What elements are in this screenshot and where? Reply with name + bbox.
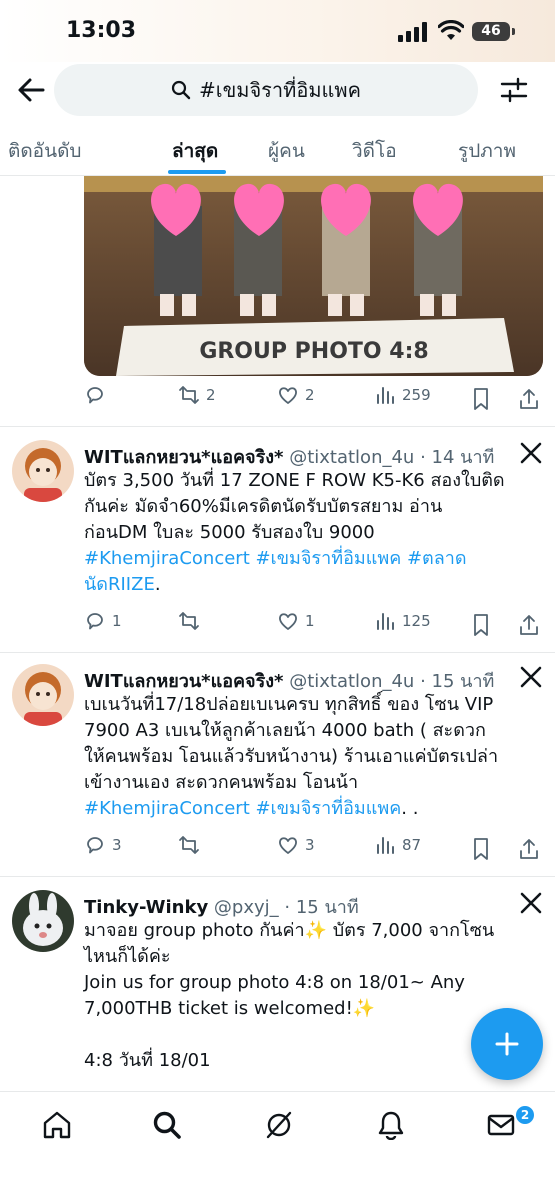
views-icon	[377, 613, 394, 630]
retweet-button[interactable]: 2	[178, 384, 216, 406]
x-logo-icon	[520, 442, 542, 464]
wifi-icon	[438, 20, 464, 40]
retweet-icon	[179, 612, 199, 630]
messages-badge: 2	[514, 1104, 536, 1126]
views-button[interactable]: 87	[374, 834, 421, 856]
home-icon[interactable]	[42, 1110, 72, 1140]
reply-button[interactable]	[84, 384, 112, 406]
avatar-image	[12, 890, 74, 952]
bookmark-icon[interactable]	[470, 613, 492, 637]
views-button[interactable]: 125	[374, 610, 431, 632]
heart-icon	[279, 387, 297, 404]
bottom-navigation: 2	[0, 1091, 555, 1200]
grok-icon[interactable]	[264, 1110, 294, 1140]
retweet-icon	[179, 386, 199, 404]
tweet-header: WITแลกหยวน*แอคจริง* @tixtatlon_4u · 14 น…	[84, 442, 504, 471]
reply-icon	[87, 837, 103, 854]
display-name[interactable]: WITแลกหยวน*แอคจริง*	[84, 671, 283, 692]
reply-button[interactable]: 3	[84, 834, 122, 856]
x-logo-icon	[520, 666, 542, 688]
tweet[interactable]: Tinky-Winky @pxyj_ · 15 นาที มาจอย group…	[0, 890, 555, 1090]
like-button[interactable]: 3	[277, 834, 315, 856]
search-icon	[171, 80, 191, 100]
tab-photos[interactable]: รูปภาพ	[458, 136, 516, 166]
display-name[interactable]: WITแลกหยวน*แอคจริง*	[84, 447, 283, 468]
status-time: 13:03	[66, 18, 137, 43]
tweet-text: บัตร 3,500 วันที่ 17 ZONE F ROW K5-K6 สอ…	[84, 468, 544, 598]
search-tabs: ติดอันดับ ล่าสุด ผู้คน วิดีโอ รูปภาพ	[0, 118, 555, 176]
x-logo-icon	[520, 892, 542, 914]
like-button[interactable]: 1	[277, 610, 315, 632]
bookmark-icon[interactable]	[470, 837, 492, 861]
tweet-actions: 1 1 125	[84, 610, 544, 640]
tweet-divider	[0, 876, 555, 877]
hashtag-link[interactable]: #KhemjiraConcert #เขมจิราที่อิมแพค	[84, 798, 401, 819]
tweet-header: WITแลกหยวน*แอคจริง* @tixtatlon_4u · 15 น…	[84, 666, 504, 695]
username[interactable]: @pxyj_	[214, 897, 279, 918]
search-icon[interactable]	[152, 1110, 182, 1140]
share-icon[interactable]	[518, 387, 540, 411]
tab-videos[interactable]: วิดีโอ	[352, 136, 397, 166]
filter-icon[interactable]	[500, 76, 528, 104]
retweet-icon	[179, 836, 199, 854]
share-icon[interactable]	[518, 837, 540, 861]
active-tab-indicator	[168, 170, 226, 174]
hashtag-link[interactable]: #KhemjiraConcert #เขมจิราที่อิมแพค #ตลาด	[84, 546, 544, 572]
tweet-header: Tinky-Winky @pxyj_ · 15 นาที	[84, 892, 504, 921]
like-button[interactable]: 2	[277, 384, 315, 406]
messages-icon[interactable]	[486, 1110, 516, 1140]
bookmark-icon[interactable]	[470, 387, 492, 411]
heart-icon	[279, 613, 297, 630]
reply-icon	[87, 613, 103, 630]
back-arrow-icon[interactable]	[16, 76, 46, 104]
media-caption: GROUP PHOTO 4:8	[199, 339, 428, 364]
heart-icon	[279, 837, 297, 854]
tab-people[interactable]: ผู้คน	[268, 136, 305, 166]
timestamp[interactable]: · 15 นาที	[420, 671, 494, 692]
cellular-signal-icon	[398, 22, 427, 42]
reply-button[interactable]: 1	[84, 610, 122, 632]
tab-latest[interactable]: ล่าสุด	[172, 136, 218, 166]
tweet-divider	[0, 426, 555, 427]
reply-icon	[87, 387, 103, 404]
retweet-button[interactable]	[178, 610, 206, 632]
search-header: #เขมจิราที่อิมแพค	[0, 62, 555, 118]
battery-indicator: 46	[472, 22, 515, 41]
status-bar: 13:03 46	[0, 0, 555, 62]
tweet-actions: 3 3 87	[84, 834, 544, 864]
notifications-icon[interactable]	[376, 1110, 406, 1140]
search-query: #เขมจิราที่อิมแพค	[199, 78, 361, 102]
views-icon	[377, 837, 394, 854]
timestamp[interactable]: · 14 นาที	[420, 447, 494, 468]
avatar[interactable]	[12, 664, 74, 726]
avatar[interactable]	[12, 440, 74, 502]
username[interactable]: @tixtatlon_4u	[289, 447, 414, 468]
hashtag-link[interactable]: นัดRIIZE	[84, 574, 155, 595]
username[interactable]: @tixtatlon_4u	[289, 671, 414, 692]
views-icon	[377, 387, 394, 404]
avatar-image	[12, 440, 74, 502]
tweet-divider	[0, 652, 555, 653]
share-icon[interactable]	[518, 613, 540, 637]
display-name[interactable]: Tinky-Winky	[84, 897, 208, 918]
compose-button[interactable]	[471, 1008, 543, 1080]
avatar[interactable]	[12, 890, 74, 952]
retweet-button[interactable]	[178, 834, 206, 856]
search-input[interactable]: #เขมจิราที่อิมแพค	[54, 64, 478, 116]
avatar-image	[12, 664, 74, 726]
timestamp[interactable]: · 15 นาที	[284, 897, 358, 918]
tweet-text: เบเนวันที่17/18ปล่อยเบเนครบ ทุกสิทธิ์ ขอ…	[84, 694, 499, 819]
tweet-actions: 2 2 259	[84, 384, 544, 414]
plus-icon	[495, 1032, 519, 1056]
group-photo-image: GROUP PHOTO 4:8	[84, 176, 543, 376]
views-button[interactable]: 259	[374, 384, 431, 406]
tab-top[interactable]: ติดอันดับ	[8, 136, 81, 166]
tweet-media-image[interactable]: GROUP PHOTO 4:8	[84, 176, 543, 376]
